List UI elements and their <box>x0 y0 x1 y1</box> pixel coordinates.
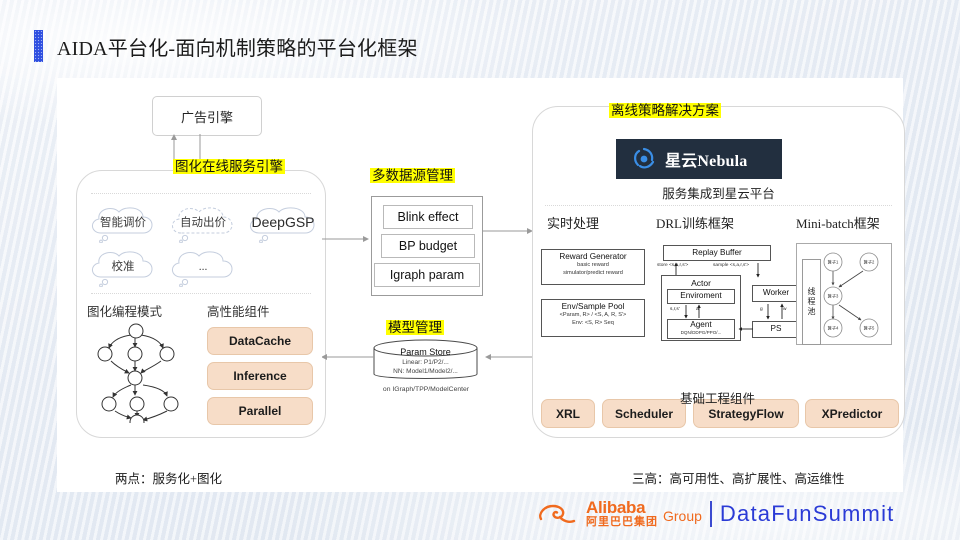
cloud-item: ... <box>165 247 241 287</box>
ps-box: PS <box>752 321 800 338</box>
alibaba-cn: 阿里巴巴集团 <box>586 516 658 528</box>
footer-branding: Alibaba 阿里巴巴集团 Group DataFunSummit <box>536 499 894 528</box>
right-panel-title: 离线策略解决方案 <box>609 103 721 118</box>
nebula-logo: 星云Nebula <box>616 139 782 179</box>
component-datacache[interactable]: DataCache <box>207 327 313 355</box>
cloud-item: DeepGSP <box>243 203 323 243</box>
column-head-realtime: 实时处理 <box>547 216 600 231</box>
environment-box: Enviroment <box>667 289 735 304</box>
dag-graph <box>97 323 179 423</box>
svg-text:算子4: 算子4 <box>828 325 839 332</box>
brand-separator <box>709 500 712 527</box>
env-sample-pool-box: Env/Sample Pool <Param, R> / <S, A, R, S… <box>541 299 645 337</box>
cloud-item: 智能调价 <box>85 203 161 243</box>
left-caption: 两点：服务化+图化 <box>115 472 223 486</box>
cloud-item: 自动出价 <box>165 203 241 243</box>
agent-box: Agent DQN/DDPG/PPO/... <box>667 319 735 339</box>
datafun-summit-wordmark: DataFunSummit <box>719 500 895 526</box>
drl-edge-g: g <box>760 307 763 312</box>
datasource-title: 多数据源管理 <box>370 168 455 183</box>
slide-title-row: AIDA平台化-面向机制策略的平台化框架 <box>34 30 418 62</box>
cloud-item: 校准 <box>85 247 161 287</box>
ps-agent-arrow <box>738 327 753 331</box>
datasource-item-blink[interactable]: Blink effect <box>383 205 473 229</box>
component-inference[interactable]: Inference <box>207 362 313 390</box>
slide: AIDA平台化-面向机制策略的平台化框架 广告引擎 图化在线服务引擎 智能调价 … <box>0 0 960 540</box>
alibaba-group: Group <box>663 508 702 524</box>
column-head-drl: DRL训练框架 <box>656 216 735 231</box>
replay-buffer-box: Replay Buffer <box>663 245 771 261</box>
actor-internal-arrows <box>684 304 701 319</box>
alibaba-en: Alibaba <box>586 498 646 517</box>
param-store-line2: NN: Model1/Model2/... <box>393 368 458 375</box>
svg-text:算子2: 算子2 <box>864 259 875 266</box>
components-heading: 高性能组件 <box>207 305 270 319</box>
model-title: 模型管理 <box>386 320 444 335</box>
left-panel-title: 图化在线服务引擎 <box>173 159 285 174</box>
minibatch-graph: 算子1 算子2 算子3 算子4 算子5 <box>823 252 879 338</box>
svg-text:算子5: 算子5 <box>864 325 875 332</box>
title-accent-bar <box>34 30 43 62</box>
ad-engine-box: 广告引擎 <box>152 96 262 136</box>
left-divider-top <box>91 193 311 194</box>
alibaba-wordmark: Alibaba 阿里巴巴集团 Group <box>586 499 702 528</box>
column-head-minibatch: Mini-batch框架 <box>796 216 880 231</box>
left-divider-bottom <box>91 293 311 294</box>
right-divider <box>545 205 892 206</box>
component-parallel[interactable]: Parallel <box>207 397 313 425</box>
worker-box: Worker <box>752 285 800 302</box>
datasource-connectors <box>322 228 533 242</box>
nebula-caption: 服务集成到星云平台 <box>662 187 775 201</box>
thread-pool-box: 线程池 <box>802 259 821 345</box>
reward-generator-box: Reward Generator basic reward simulator/… <box>541 249 645 285</box>
drl-edge-sr: s,r,s' <box>670 307 680 312</box>
param-store-footnote: on IGraph/TPP/ModelCenter <box>382 386 470 393</box>
nebula-logo-text: 星云Nebula <box>665 153 748 170</box>
alibaba-logo-icon <box>539 504 576 523</box>
datasource-item-igraph[interactable]: Igraph param <box>374 263 480 287</box>
right-caption: 三高：高可用性、高扩展性、高运维性 <box>632 472 845 486</box>
left-panel: 图化在线服务引擎 智能调价 自动出价 DeepGSP 校准 ... 图化编程模式… <box>76 159 326 438</box>
worker-ps-arrows <box>766 303 784 320</box>
datasource-box: Blink effect BP budget Igraph param <box>371 196 483 296</box>
graph-mode-heading: 图化编程模式 <box>87 305 163 319</box>
model-connectors <box>322 354 532 360</box>
svg-text:算子1: 算子1 <box>828 259 839 266</box>
page-title: AIDA平台化-面向机制策略的平台化框架 <box>57 37 418 60</box>
svg-text:算子3: 算子3 <box>828 293 839 300</box>
nebula-spiral-icon <box>634 147 655 169</box>
base-components-title: 基础工程组件 <box>679 392 755 406</box>
